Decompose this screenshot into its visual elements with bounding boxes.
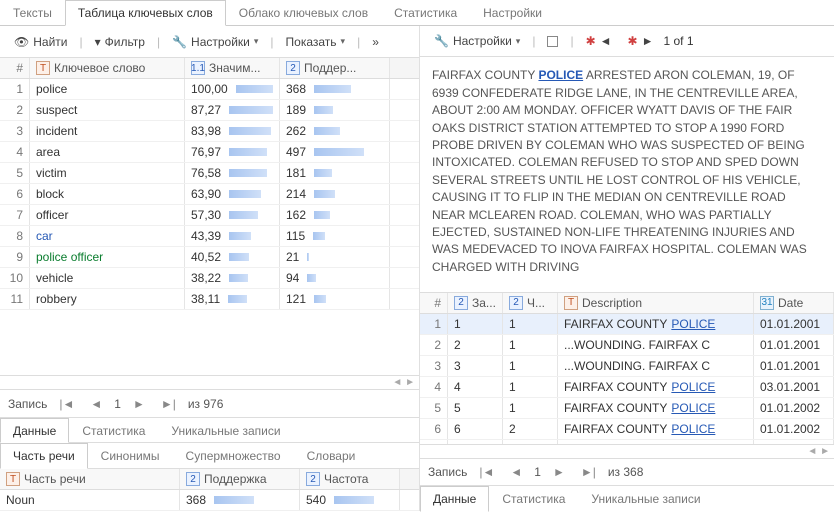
nav-first[interactable]: |◄ xyxy=(55,397,78,411)
box-button[interactable] xyxy=(541,33,564,50)
record-label-2: Запись xyxy=(428,465,467,479)
tab-часть-речи[interactable]: Часть речи xyxy=(0,443,88,469)
record-link[interactable]: POLICE xyxy=(671,380,715,394)
record-link[interactable]: POLICE xyxy=(671,422,715,436)
table-row[interactable]: 221...WOUNDING. FAIRFAX C01.01.2001 xyxy=(420,335,834,356)
right-settings-button[interactable]: 🔧 Настройки ▾ xyxy=(428,31,526,51)
text-panel: FAIRFAX COUNTY POLICE ARRESTED ARON COLE… xyxy=(420,57,834,291)
nav-prev[interactable]: ◄ xyxy=(86,397,106,411)
records-grid: # 2За... 2Ч... TDescription 31Date 111FA… xyxy=(420,293,834,444)
match-count: 1 of 1 xyxy=(663,34,693,48)
filter-button[interactable]: ▾ Фильтр xyxy=(89,32,151,52)
mid-tabs: ДанныеСтатистикаУникальные записи xyxy=(0,417,419,443)
top-tabs: ТекстыТаблица ключевых словОблако ключев… xyxy=(0,0,834,26)
keyword-grid: # TКлючевое слово 1.1Значим... 2Поддер..… xyxy=(0,58,419,375)
table-row[interactable]: 11robbery38,11121 xyxy=(0,289,419,310)
pos-row[interactable]: Noun 368 540 xyxy=(0,490,419,511)
nav2-first[interactable]: |◄ xyxy=(475,465,498,479)
tab-словари[interactable]: Словари xyxy=(294,443,369,469)
tab-статистика[interactable]: Статистика xyxy=(381,0,470,26)
nav-total: из 976 xyxy=(188,397,224,411)
tab-таблица-ключевых-слов[interactable]: Таблица ключевых слов xyxy=(65,0,226,26)
pos-tabs: Часть речиСинонимыСупермножествоСловари xyxy=(0,443,419,469)
col2-date[interactable]: 31Date xyxy=(754,293,834,313)
left-toolbar: 👁 Найти | ▾ Фильтр | 🔧 Настройки ▾ | Пок… xyxy=(0,26,419,58)
col-index[interactable]: # xyxy=(0,58,30,78)
col-pos-sup[interactable]: 2Поддержка xyxy=(180,469,300,489)
col-pos-freq[interactable]: 2Частота xyxy=(300,469,400,489)
highlight: POLICE xyxy=(538,68,583,82)
nav2-total: из 368 xyxy=(608,465,644,479)
col-pos[interactable]: TЧасть речи xyxy=(0,469,180,489)
table-row[interactable]: 2suspect87,27189 xyxy=(0,100,419,121)
tab-тексты[interactable]: Тексты xyxy=(0,0,65,26)
col2-desc[interactable]: TDescription xyxy=(558,293,754,313)
tab-статистика[interactable]: Статистика xyxy=(69,418,158,443)
nav-last[interactable]: ►| xyxy=(157,397,180,411)
tab-уникальные-записи[interactable]: Уникальные записи xyxy=(158,418,293,443)
col-value[interactable]: 1.1Значим... xyxy=(185,58,280,78)
nav2-last[interactable]: ►| xyxy=(577,465,600,479)
table-row[interactable]: 7officer57,30162 xyxy=(0,205,419,226)
show-button[interactable]: Показать ▾ xyxy=(280,32,352,52)
table-row[interactable]: 10vehicle38,2294 xyxy=(0,268,419,289)
right-toolbar: 🔧 Настройки ▾ | | ✱◄ ✱► 1 of 1 xyxy=(420,26,834,57)
pos-grid: TЧасть речи 2Поддержка 2Частота Noun 368… xyxy=(0,469,419,511)
nav2-next[interactable]: ► xyxy=(549,465,569,479)
table-row[interactable]: 5victim76,58181 xyxy=(0,163,419,184)
table-row[interactable]: 1police100,00368 xyxy=(0,79,419,100)
nav-next[interactable]: ► xyxy=(129,397,149,411)
more-button[interactable]: » xyxy=(366,32,385,52)
col-support[interactable]: 2Поддер... xyxy=(280,58,390,78)
col-keyword[interactable]: TКлючевое слово xyxy=(30,58,185,78)
record-link[interactable]: POLICE xyxy=(671,401,715,415)
nav-bar-2: Запись |◄ ◄ 1 ► ►| из 368 xyxy=(420,458,834,486)
col2-idx[interactable]: # xyxy=(420,293,448,313)
settings-button[interactable]: 🔧 Настройки ▾ xyxy=(166,32,264,52)
nav2-prev[interactable]: ◄ xyxy=(506,465,526,479)
nav2-page: 1 xyxy=(534,465,541,479)
record-label: Запись xyxy=(8,397,47,411)
tab-данные[interactable]: Данные xyxy=(420,486,489,512)
table-row[interactable]: 441FAIRFAX COUNTY POLICE03.01.2001 xyxy=(420,377,834,398)
table-row[interactable]: 111FAIRFAX COUNTY POLICE01.01.2001 xyxy=(420,314,834,335)
tab-уникальные-записи[interactable]: Уникальные записи xyxy=(578,486,713,512)
hscroll[interactable]: ◄ ► xyxy=(0,375,419,389)
tab-данные[interactable]: Данные xyxy=(0,418,69,443)
table-row[interactable]: 4area76,97497 xyxy=(0,142,419,163)
tab-настройки[interactable]: Настройки xyxy=(470,0,555,26)
record-link[interactable]: POLICE xyxy=(671,317,715,331)
col2-b[interactable]: 2Ч... xyxy=(503,293,558,313)
find-button[interactable]: 👁 Найти xyxy=(8,32,73,52)
table-row[interactable]: 662FAIRFAX COUNTY POLICE01.01.2002 xyxy=(420,419,834,440)
table-row[interactable]: 331...WOUNDING. FAIRFAX C01.01.2001 xyxy=(420,356,834,377)
bottom-tabs: ДанныеСтатистикаУникальные записи xyxy=(420,485,834,511)
nav-page: 1 xyxy=(114,397,121,411)
table-row[interactable]: 6block63,90214 xyxy=(0,184,419,205)
table-row[interactable]: 9police officer40,5221 xyxy=(0,247,419,268)
table-row[interactable]: 551FAIRFAX COUNTY POLICE01.01.2002 xyxy=(420,398,834,419)
table-row[interactable]: 8car43,39115 xyxy=(0,226,419,247)
hscroll2[interactable]: ◄ ► xyxy=(420,444,834,458)
nav-bar-1: Запись |◄ ◄ 1 ► ►| из 976 xyxy=(0,389,419,417)
tab-облако-ключевых-слов[interactable]: Облако ключевых слов xyxy=(226,0,381,26)
tab-супермножество[interactable]: Супермножество xyxy=(173,443,294,469)
tab-синонимы[interactable]: Синонимы xyxy=(88,443,173,469)
tab-статистика[interactable]: Статистика xyxy=(489,486,578,512)
col2-a[interactable]: 2За... xyxy=(448,293,503,313)
next-match-button[interactable]: ✱► xyxy=(622,31,660,51)
table-row[interactable]: 3incident83,98262 xyxy=(0,121,419,142)
prev-match-button[interactable]: ✱◄ xyxy=(580,31,618,51)
